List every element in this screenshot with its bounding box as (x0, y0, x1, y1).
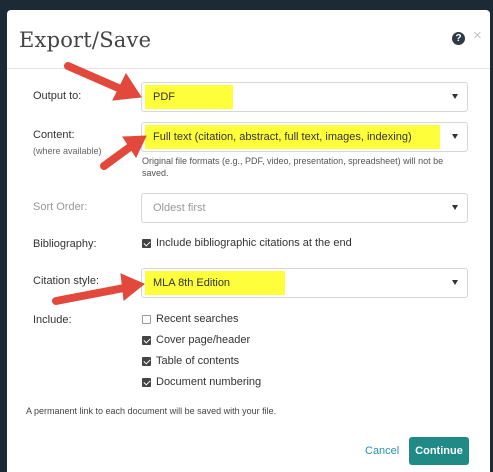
citation-style-select[interactable]: MLA 8th Edition (141, 268, 468, 298)
chevron-down-icon (452, 134, 458, 139)
close-icon[interactable]: × (473, 27, 482, 44)
sort-order-select[interactable]: Oldest first (141, 193, 468, 223)
continue-button[interactable]: Continue (409, 437, 469, 465)
bibliography-label: Bibliography: (33, 238, 97, 250)
sort-order-label: Sort Order: (33, 201, 88, 213)
include-option-label: Recent searches (156, 313, 239, 325)
checkbox[interactable] (142, 378, 151, 387)
content-sublabel: (where available) (33, 146, 102, 156)
include-option-label: Document numbering (156, 376, 262, 388)
help-icon[interactable]: ? (452, 32, 465, 45)
include-option-label: Cover page/header (156, 334, 251, 346)
permanent-link-note: A permanent link to each document will b… (26, 406, 277, 416)
content-note: Original file formats (e.g., PDF, video,… (142, 156, 444, 178)
chevron-down-icon (452, 280, 458, 285)
content-select[interactable]: Full text (citation, abstract, full text… (141, 122, 468, 152)
output-to-label: Output to: (33, 90, 82, 102)
cancel-button[interactable]: Cancel (365, 445, 399, 457)
dialog-title: Export/Save (19, 28, 152, 52)
bibliography-option-label: Include bibliographic citations at the e… (156, 237, 352, 249)
citation-style-value: MLA 8th Edition (153, 277, 231, 289)
checkbox[interactable] (142, 357, 151, 366)
output-to-select[interactable]: PDF (141, 82, 468, 112)
citation-style-label: Citation style: (33, 275, 100, 287)
sort-order-value: Oldest first (153, 202, 206, 214)
include-option-label: Table of contents (156, 355, 240, 367)
content-value: Full text (citation, abstract, full text… (153, 131, 412, 143)
content-label: Content: (33, 129, 75, 141)
include-label: Include: (33, 314, 72, 326)
chevron-down-icon (452, 94, 458, 99)
checkbox[interactable] (142, 336, 151, 345)
checkbox[interactable] (142, 315, 151, 324)
bibliography-checkbox[interactable] (142, 239, 151, 248)
chevron-down-icon (452, 205, 458, 210)
output-to-value: PDF (153, 91, 175, 103)
dialog-header: Export/Save ? × (7, 10, 490, 69)
